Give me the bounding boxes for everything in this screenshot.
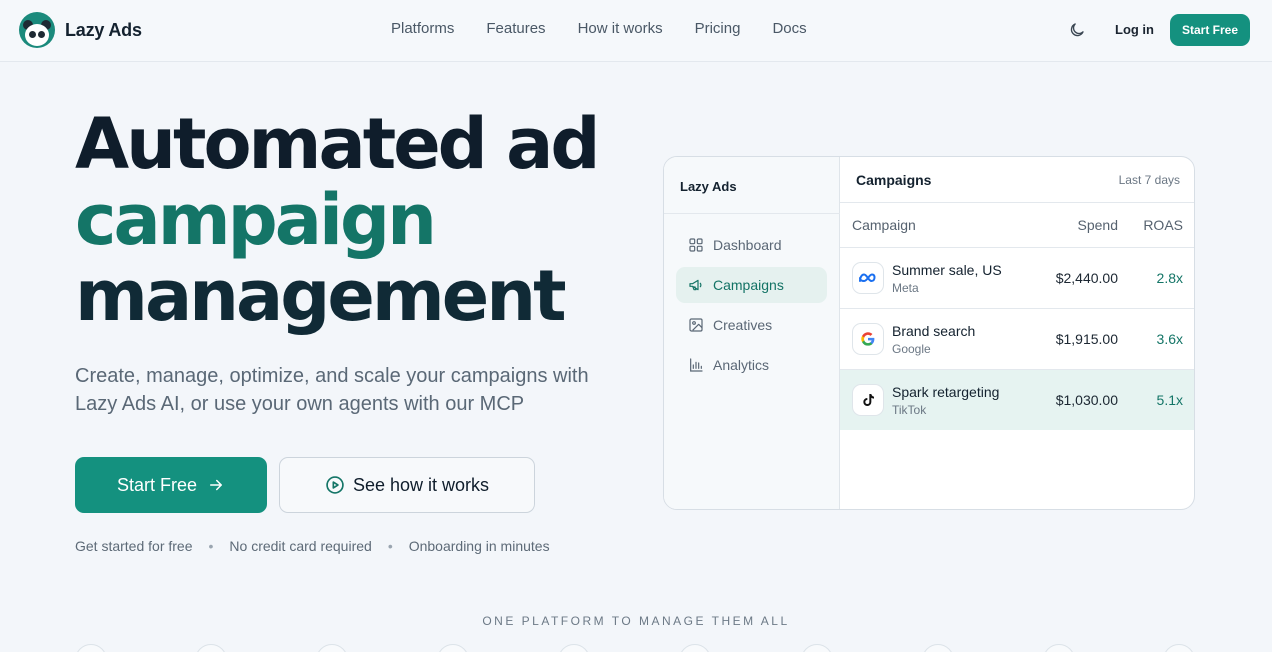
start-free-label: Start Free — [116, 474, 198, 495]
campaign-spend: $2,440.00 — [1055, 270, 1118, 286]
brand-logo[interactable]: Lazy Ads — [19, 12, 142, 48]
date-range[interactable]: Last 7 days — [1119, 173, 1180, 187]
brand-name: Lazy Ads — [65, 19, 142, 40]
campaign-roas: 2.8x — [1156, 270, 1183, 286]
platforms-eyebrow: ONE PLATFORM TO MANAGE THEM ALL — [482, 614, 790, 628]
campaigns-title: Campaigns — [856, 172, 932, 188]
campaign-platform: Meta — [892, 281, 919, 295]
see-how-it-works-label: See how it works — [352, 474, 490, 495]
dashboard-preview: Lazy Ads Dashboard Campaigns Creatives A… — [663, 156, 1195, 510]
platform-logo — [316, 644, 348, 652]
column-header-roas: ROAS — [1143, 217, 1183, 233]
start-free-button[interactable]: Start Free — [75, 457, 267, 513]
campaign-name: Spark retargeting — [892, 384, 1000, 400]
perk-onboarding: Onboarding in minutes — [408, 538, 550, 554]
platform-logo — [75, 644, 107, 652]
hero-title-line-3: management — [75, 255, 567, 337]
platform-logo — [679, 644, 711, 652]
grid-icon — [689, 238, 703, 252]
image-icon — [689, 318, 703, 332]
column-header-spend: Spend — [1077, 217, 1118, 233]
panda-logo-icon — [19, 12, 55, 48]
platform-logo-strip — [75, 644, 1197, 652]
perk-no-card: No credit card required — [229, 538, 372, 554]
perk-separator: • — [208, 538, 214, 554]
megaphone-icon — [689, 279, 702, 291]
column-header-campaign: Campaign — [852, 217, 916, 233]
preview-brand: Lazy Ads — [680, 179, 737, 194]
sidebar-item-label: Campaigns — [713, 277, 784, 293]
platform-logo — [922, 644, 954, 652]
nav-link-docs[interactable]: Docs — [772, 20, 806, 37]
moon-icon[interactable] — [1068, 21, 1086, 39]
hero-subtitle: Create, manage, optimize, and scale your… — [75, 365, 589, 415]
sidebar-divider — [664, 213, 840, 214]
campaign-roas: 5.1x — [1156, 392, 1183, 408]
google-icon — [852, 323, 884, 355]
campaign-platform: TikTok — [892, 403, 927, 417]
meta-icon — [852, 262, 884, 294]
hero-perks: Get started for free • No credit card re… — [75, 538, 550, 554]
table-row[interactable]: Summer sale, US Meta $2,440.00 2.8x — [840, 248, 1194, 308]
header-divider — [840, 202, 1194, 203]
perk-separator: • — [387, 538, 393, 554]
campaign-name: Brand search — [892, 323, 976, 339]
campaign-name: Summer sale, US — [892, 262, 1002, 278]
sidebar-item-label: Dashboard — [713, 237, 782, 253]
campaigns-table-panel: Campaigns Last 7 days Campaign Spend ROA… — [840, 157, 1194, 509]
play-circle-icon — [326, 476, 344, 494]
sidebar-item-label: Creatives — [713, 317, 773, 333]
preview-sidebar: Lazy Ads Dashboard Campaigns Creatives A… — [664, 157, 840, 509]
see-how-it-works-button[interactable]: See how it works — [279, 457, 535, 513]
main-nav: Platforms Features How it works Pricing … — [391, 20, 807, 37]
hero-title-line-2: campaign — [75, 179, 437, 261]
platform-logo — [437, 644, 469, 652]
campaign-roas: 3.6x — [1156, 331, 1183, 347]
sidebar-item-label: Analytics — [713, 357, 770, 373]
nav-link-pricing[interactable]: Pricing — [695, 20, 741, 37]
campaign-platform: Google — [892, 342, 931, 356]
sidebar-item-dashboard[interactable]: Dashboard — [676, 227, 827, 263]
top-navigation: Lazy Ads Platforms Features How it works… — [0, 0, 1272, 62]
tiktok-icon — [852, 384, 884, 416]
nav-link-how-it-works[interactable]: How it works — [578, 20, 663, 37]
nav-link-platforms[interactable]: Platforms — [391, 20, 454, 37]
nav-link-features[interactable]: Features — [486, 20, 545, 37]
start-free-nav-button[interactable]: Start Free — [1170, 14, 1250, 46]
platform-logo — [801, 644, 833, 652]
login-link[interactable]: Log in — [1115, 22, 1154, 37]
platform-logo — [1043, 644, 1075, 652]
table-row[interactable]: Spark retargeting TikTok $1,030.00 5.1x — [840, 370, 1194, 430]
hero-title-line-1: Automated ad — [75, 103, 600, 185]
sidebar-item-creatives[interactable]: Creatives — [676, 307, 827, 343]
sidebar-item-analytics[interactable]: Analytics — [676, 347, 827, 383]
sidebar-item-campaigns[interactable]: Campaigns — [676, 267, 827, 303]
platform-logo — [195, 644, 227, 652]
bar-chart-icon — [690, 358, 703, 372]
arrow-right-icon — [210, 479, 223, 491]
table-row[interactable]: Brand search Google $1,915.00 3.6x — [840, 309, 1194, 369]
hero-title: Automated ad campaign management — [75, 103, 600, 337]
platform-logo — [558, 644, 590, 652]
campaign-spend: $1,915.00 — [1055, 331, 1118, 347]
platform-logo — [1163, 644, 1195, 652]
perk-free: Get started for free — [75, 538, 193, 554]
campaign-spend: $1,030.00 — [1055, 392, 1118, 408]
